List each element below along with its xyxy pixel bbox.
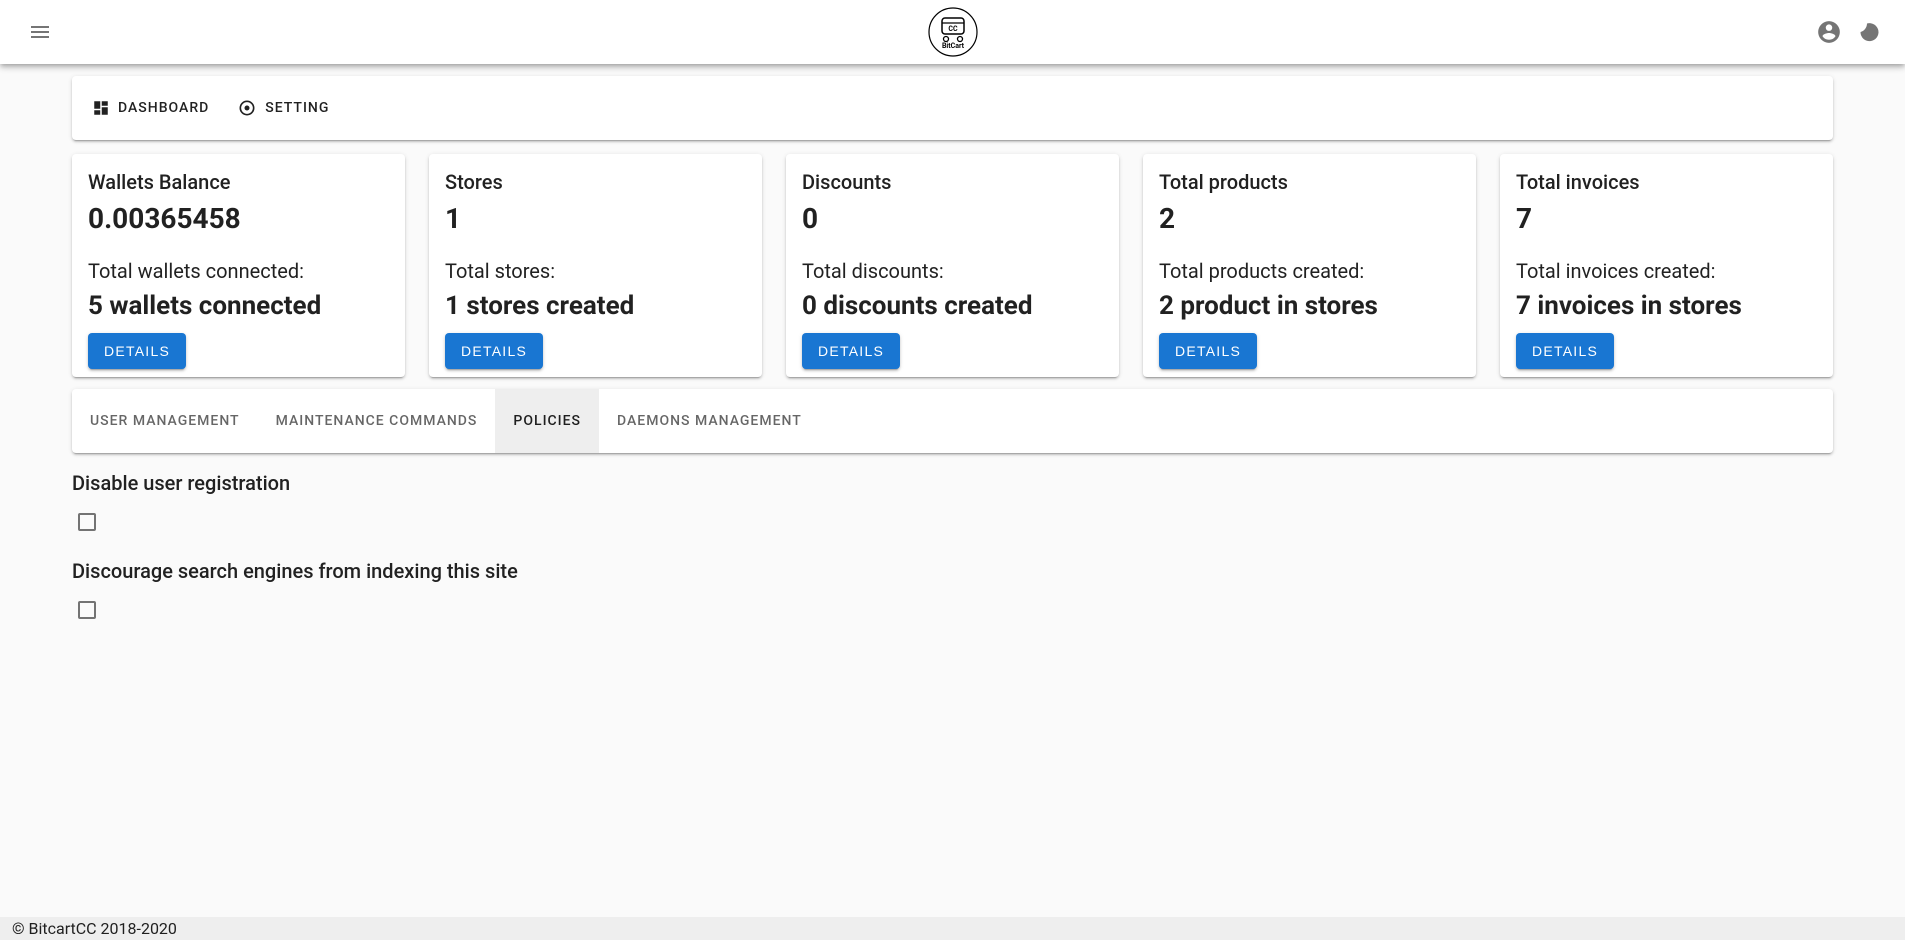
moon-icon bbox=[1857, 20, 1881, 44]
hamburger-icon bbox=[28, 20, 52, 44]
account-icon bbox=[1816, 19, 1842, 45]
card-stores: Stores 1 Total stores: 1 stores created … bbox=[429, 154, 762, 377]
card-value: 0 bbox=[802, 202, 1103, 235]
logo-text: BitCart bbox=[941, 42, 964, 50]
card-title: Wallets Balance bbox=[88, 170, 389, 194]
theme-toggle-button[interactable] bbox=[1849, 12, 1889, 52]
card-sub: Total stores: bbox=[445, 259, 746, 283]
card-detail: 0 discounts created bbox=[802, 291, 1103, 321]
card-value: 2 bbox=[1159, 202, 1460, 235]
card-detail: 2 product in stores bbox=[1159, 291, 1460, 321]
tab-maintenance-commands[interactable]: Maintenance commands bbox=[258, 389, 496, 453]
svg-text:CC: CC bbox=[948, 25, 958, 33]
card-value: 0.00365458 bbox=[88, 202, 389, 235]
card-title: Stores bbox=[445, 170, 746, 194]
card-detail: 5 wallets connected bbox=[88, 291, 389, 321]
card-wallets: Wallets Balance 0.00365458 Total wallets… bbox=[72, 154, 405, 377]
account-button[interactable] bbox=[1809, 12, 1849, 52]
card-title: Total products bbox=[1159, 170, 1460, 194]
details-button[interactable]: Details bbox=[802, 333, 900, 369]
card-title: Total invoices bbox=[1516, 170, 1817, 194]
menu-button[interactable] bbox=[16, 8, 64, 56]
details-button[interactable]: Details bbox=[445, 333, 543, 369]
label-discourage-search: Discourage search engines from indexing … bbox=[72, 559, 1833, 583]
card-detail: 7 invoices in stores bbox=[1516, 291, 1817, 321]
label-disable-registration: Disable user registration bbox=[72, 471, 1833, 495]
card-sub: Total invoices created: bbox=[1516, 259, 1817, 283]
card-value: 1 bbox=[445, 202, 746, 235]
eye-icon bbox=[237, 98, 257, 118]
checkbox-disable-registration[interactable] bbox=[78, 513, 96, 531]
nav-dashboard-label: Dashboard bbox=[118, 100, 209, 116]
tabs: User management Maintenance commands Pol… bbox=[72, 389, 1833, 453]
card-products: Total products 2 Total products created:… bbox=[1143, 154, 1476, 377]
checkbox-discourage-search[interactable] bbox=[78, 601, 96, 619]
card-value: 7 bbox=[1516, 202, 1817, 235]
details-button[interactable]: Details bbox=[1159, 333, 1257, 369]
logo[interactable]: CC BitCart bbox=[928, 7, 978, 57]
nav-setting-label: Setting bbox=[265, 100, 329, 116]
details-button[interactable]: Details bbox=[1516, 333, 1614, 369]
footer-text: © BitcartCC 2018-2020 bbox=[12, 919, 177, 938]
card-sub: Total products created: bbox=[1159, 259, 1460, 283]
card-sub: Total wallets connected: bbox=[88, 259, 389, 283]
policies-form: Disable user registration Discourage sea… bbox=[72, 453, 1833, 619]
nav-dashboard[interactable]: Dashboard bbox=[92, 98, 209, 118]
dashboard-icon bbox=[92, 99, 110, 117]
details-button[interactable]: Details bbox=[88, 333, 186, 369]
card-discounts: Discounts 0 Total discounts: 0 discounts… bbox=[786, 154, 1119, 377]
main-content: Dashboard Setting Wallets Balance 0.0036… bbox=[0, 64, 1905, 619]
card-detail: 1 stores created bbox=[445, 291, 746, 321]
nav-setting[interactable]: Setting bbox=[237, 98, 329, 118]
card-sub: Total discounts: bbox=[802, 259, 1103, 283]
footer: © BitcartCC 2018-2020 bbox=[0, 917, 1905, 940]
stats-row: Wallets Balance 0.00365458 Total wallets… bbox=[72, 154, 1833, 377]
card-invoices: Total invoices 7 Total invoices created:… bbox=[1500, 154, 1833, 377]
card-title: Discounts bbox=[802, 170, 1103, 194]
nav-card: Dashboard Setting bbox=[72, 76, 1833, 140]
app-header: CC BitCart bbox=[0, 0, 1905, 64]
tab-policies[interactable]: Policies bbox=[495, 389, 599, 453]
tab-daemons-management[interactable]: Daemons management bbox=[599, 389, 820, 453]
tab-user-management[interactable]: User management bbox=[72, 389, 258, 453]
bitcart-logo-icon: CC BitCart bbox=[928, 7, 978, 57]
